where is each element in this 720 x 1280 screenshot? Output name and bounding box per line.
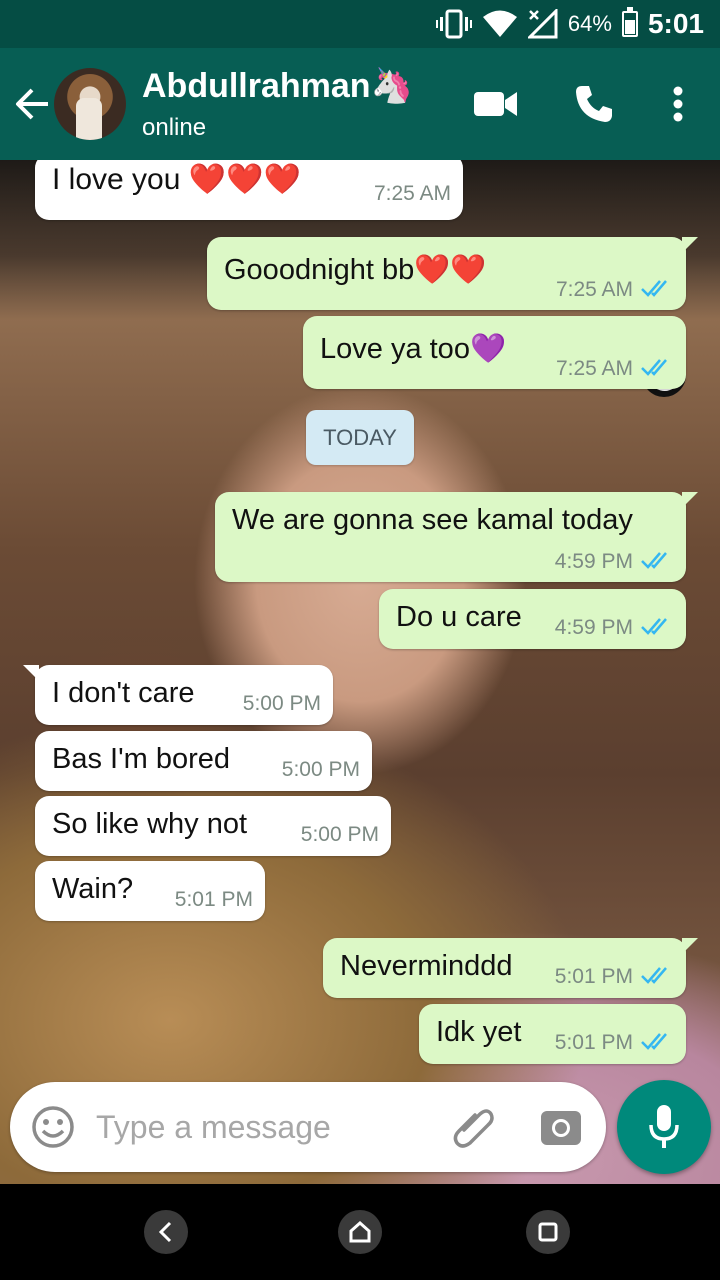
message-bubble-outgoing[interactable]: Neverminddd 5:01 PM	[323, 938, 698, 998]
phone-icon	[576, 86, 612, 122]
message-time: 7:25 AM	[555, 278, 633, 301]
nav-home-icon	[349, 1221, 371, 1243]
message-time: 4:59 PM	[554, 550, 633, 573]
message-bubble-incoming[interactable]: Bas I'm bored 5:00 PM	[35, 731, 372, 791]
wifi-icon	[482, 10, 517, 37]
read-receipt-icon	[641, 359, 667, 376]
message-text: So like why not	[52, 808, 248, 840]
nav-recents-button[interactable]	[526, 1210, 570, 1254]
contact-name-text: Abdullrahman	[142, 67, 371, 105]
nav-recents-icon	[538, 1222, 558, 1242]
message-time: 4:59 PM	[554, 616, 633, 639]
message-time: 5:00 PM	[300, 823, 379, 846]
message-text: Idk yet	[436, 1016, 522, 1048]
battery-percent: 64%	[567, 11, 612, 36]
message-bubble-incoming[interactable]: I love you ❤️❤️❤️ 7:25 AM	[35, 160, 463, 220]
message-bubble-outgoing[interactable]: Love ya too💜 7:25 AM	[303, 316, 686, 389]
read-receipt-icon	[641, 552, 667, 569]
message-text: Neverminddd	[340, 950, 513, 982]
message-composer	[10, 1082, 606, 1172]
message-time: 5:00 PM	[281, 758, 360, 781]
message-time: 5:00 PM	[242, 692, 321, 715]
message-text: Gooodnight bb❤️❤️	[224, 254, 487, 286]
message-bubble-outgoing[interactable]: Idk yet 5:01 PM	[419, 1004, 686, 1064]
read-receipt-icon	[641, 1033, 667, 1050]
message-time: 7:25 AM	[555, 357, 633, 380]
emoji-icon[interactable]	[30, 1104, 76, 1150]
video-call-button[interactable]	[474, 82, 518, 126]
more-vert-icon	[673, 86, 683, 122]
message-time: 5:01 PM	[554, 965, 633, 988]
message-time: 7:25 AM	[373, 182, 451, 205]
message-text: We are gonna see kamal today	[232, 504, 633, 536]
more-options-button[interactable]	[656, 82, 700, 126]
battery-icon	[621, 7, 638, 37]
date-divider: TODAY	[306, 410, 414, 465]
message-text: Bas I'm bored	[52, 743, 231, 775]
clock: 5:01	[647, 8, 704, 39]
message-text: Wain?	[52, 873, 134, 905]
microphone-icon	[649, 1105, 679, 1148]
signal-icon	[527, 9, 558, 39]
chat-header: Abdullrahman🦄 online	[0, 48, 720, 160]
contact-status: online	[142, 114, 207, 141]
voice-message-button[interactable]	[617, 1080, 711, 1174]
message-text: Love ya too💜	[320, 333, 507, 365]
message-input[interactable]	[96, 1100, 426, 1154]
read-receipt-icon	[641, 618, 667, 635]
message-text: I don't care	[52, 677, 195, 709]
chat-area[interactable]: I love you ❤️❤️❤️ 7:25 AM Gooodnight bb❤…	[0, 160, 720, 1184]
video-camera-icon	[474, 92, 517, 116]
message-bubble-incoming[interactable]: I don't care 5:00 PM	[23, 665, 333, 725]
message-time: 5:01 PM	[554, 1031, 633, 1054]
message-text: Do u care	[396, 601, 522, 633]
read-receipt-icon	[641, 967, 667, 984]
contact-avatar[interactable]	[54, 68, 126, 140]
vibrate-icon	[435, 9, 472, 39]
nav-home-button[interactable]	[338, 1210, 382, 1254]
camera-icon[interactable]	[540, 1106, 582, 1148]
status-bar: 64% 5:01	[0, 0, 720, 48]
system-nav-bar	[0, 1184, 720, 1280]
voice-call-button[interactable]	[572, 82, 616, 126]
attachment-paperclip-icon[interactable]	[450, 1104, 496, 1150]
message-bubble-incoming[interactable]: So like why not 5:00 PM	[35, 796, 391, 856]
message-text: I love you ❤️❤️❤️	[52, 163, 301, 196]
message-bubble-outgoing[interactable]: We are gonna see kamal today 4:59 PM	[215, 492, 698, 582]
nav-back-button[interactable]	[144, 1210, 188, 1254]
message-bubble-outgoing[interactable]: Do u care 4:59 PM	[379, 589, 686, 649]
status-icons: 64% 5:01	[435, 7, 704, 40]
message-bubble-incoming[interactable]: Wain? 5:01 PM	[35, 861, 265, 921]
unicorn-emoji: 🦄	[370, 67, 413, 105]
nav-back-icon	[158, 1221, 172, 1243]
contact-name[interactable]: Abdullrahman🦄	[142, 66, 413, 106]
read-receipt-icon	[641, 280, 667, 297]
back-arrow-icon[interactable]	[14, 84, 50, 124]
message-time: 5:01 PM	[174, 888, 253, 911]
message-bubble-outgoing[interactable]: Gooodnight bb❤️❤️ 7:25 AM	[207, 237, 698, 310]
